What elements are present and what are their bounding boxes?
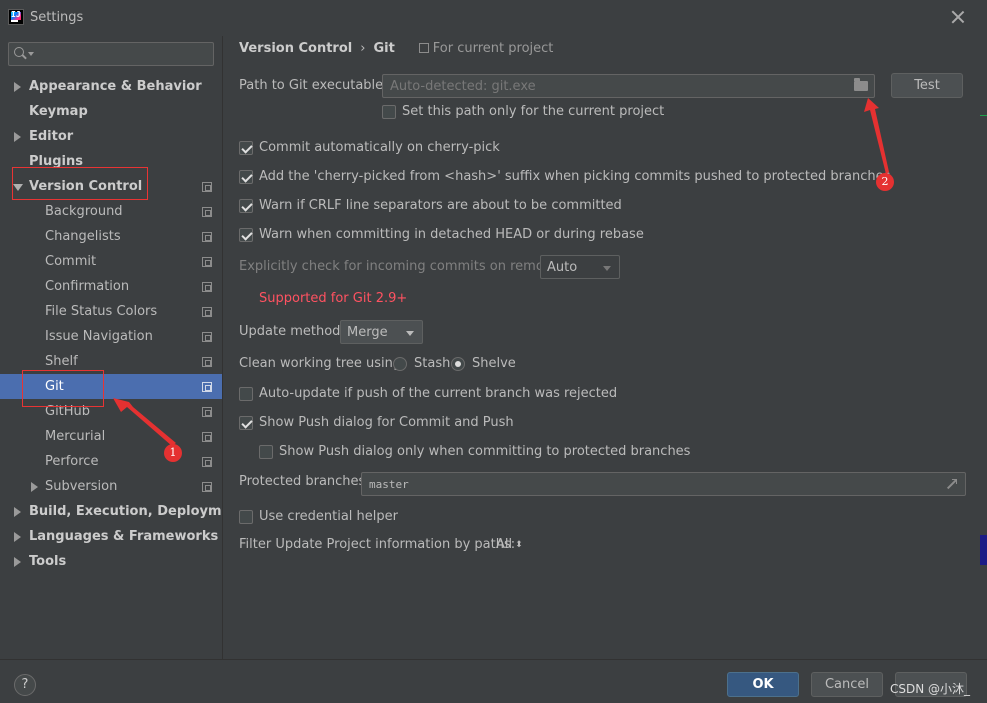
annotation-arrow-2 bbox=[864, 98, 889, 174]
annotation-arrow-1 bbox=[113, 398, 176, 446]
annotation-badge-1: 1 bbox=[164, 444, 182, 462]
annotation-badge-2: 2 bbox=[876, 173, 894, 191]
annotation-arrows bbox=[113, 98, 889, 446]
